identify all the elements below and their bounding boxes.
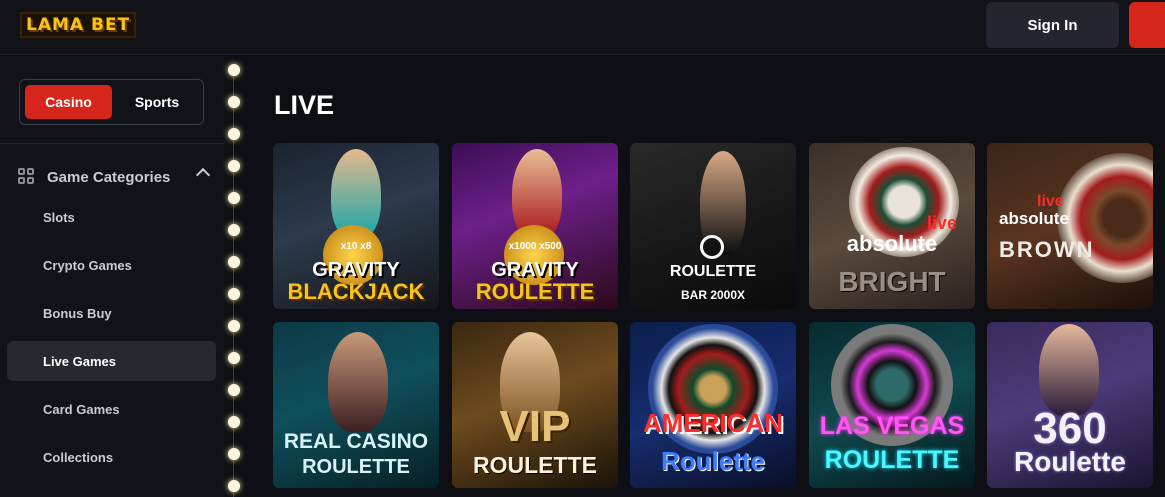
casino-tab[interactable]: Casino — [25, 85, 112, 119]
game-tile-gravity-blackjack[interactable]: x10 x8 GRAVITY BLACKJACK — [273, 143, 439, 309]
section-title: LIVE — [274, 90, 335, 120]
game-tile-absolute-live-brown[interactable]: live absolute BROWN — [987, 143, 1153, 309]
sidebar-item-bonus-buy[interactable]: Bonus Buy — [7, 293, 216, 333]
chevron-up-icon[interactable] — [195, 167, 211, 183]
game-tile-real-casino-roulette[interactable]: REAL CASINO ROULETTE — [273, 322, 439, 488]
sidebar-item-card-games[interactable]: Card Games — [7, 389, 216, 429]
register-button[interactable] — [1129, 2, 1165, 48]
sports-tab[interactable]: Sports — [120, 85, 194, 119]
game-tile-360-roulette[interactable]: 360 Roulette — [987, 322, 1153, 488]
site-logo[interactable]: LAMA BET — [20, 12, 137, 38]
sidebar-item-live-games[interactable]: Live Games — [7, 341, 216, 381]
game-categories-label: Game Categories — [47, 168, 171, 186]
game-tile-roulette-bar-2000x[interactable]: ROULETTE BAR 2000X — [630, 143, 796, 309]
game-tile-absolute-live-bright[interactable]: live absolute BRIGHT — [809, 143, 975, 309]
sidebar-divider — [0, 143, 225, 144]
sidebar-item-slots[interactable]: Slots — [7, 197, 216, 237]
sidebar-item-collections[interactable]: Collections — [7, 437, 216, 477]
categories-icon — [18, 168, 36, 186]
game-tile-gravity-roulette[interactable]: x1000 x500 GRAVITY ROULETTE — [452, 143, 618, 309]
game-tile-las-vegas-roulette[interactable]: LAS VEGAS ROULETTE — [809, 322, 975, 488]
sidebar-item-crypto-games[interactable]: Crypto Games — [7, 245, 216, 285]
game-categories-header[interactable]: Game Categories — [18, 164, 218, 190]
sign-in-button[interactable]: Sign In — [986, 2, 1119, 48]
game-tile-vip-roulette[interactable]: VIP ROULETTE — [452, 322, 618, 488]
decorative-light-string — [227, 56, 241, 497]
casino-sports-toggle: Casino Sports — [19, 79, 204, 125]
game-tile-american-roulette[interactable]: AMERICAN Roulette — [630, 322, 796, 488]
top-bar: LAMA BET Sign In — [0, 0, 1165, 55]
sidebar: Casino Sports Game Categories Slots Cryp… — [0, 56, 225, 497]
